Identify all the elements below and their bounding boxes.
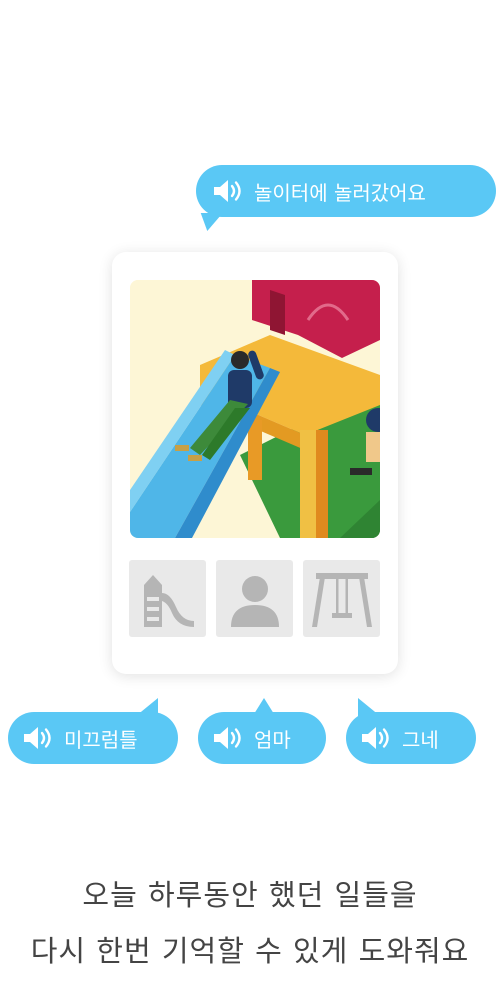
speaker-icon [362,727,389,749]
bubble-tail [200,213,230,231]
speech-bubble-swing[interactable]: 그네 [346,698,476,764]
playground-illustration [130,280,380,538]
bubble-label: 그네 [402,727,439,752]
speaker-icon [24,727,51,749]
bubble-tail [254,698,274,714]
speech-bubble-playground[interactable]: 놀이터에 놀러갔어요 [196,165,496,231]
bubble-label: 엄마 [254,727,291,752]
speech-bubble-mom[interactable]: 엄마 [198,698,326,764]
person-icon [230,575,279,627]
speaker-icon [214,180,241,202]
caption-line-2: 다시 한번 기억할 수 있게 도와줘요 [30,934,470,968]
picture-card [112,252,398,674]
bubble-label: 놀이터에 놀러갔어요 [254,180,426,205]
tile-slide[interactable] [129,560,206,637]
tile-swing[interactable] [303,560,380,637]
word-tiles [129,560,380,637]
bubble-tail [358,698,380,716]
speech-bubble-slide[interactable]: 미끄럼틀 [8,698,178,764]
swing-icon [311,572,372,627]
bubble-label: 미끄럼틀 [64,727,138,752]
caption-line-1: 오늘 하루동안 했던 일들을 [82,878,418,912]
slide-icon [143,574,194,627]
speaker-icon [214,727,241,749]
bubble-tail [136,698,158,716]
tile-mom[interactable] [216,560,293,637]
